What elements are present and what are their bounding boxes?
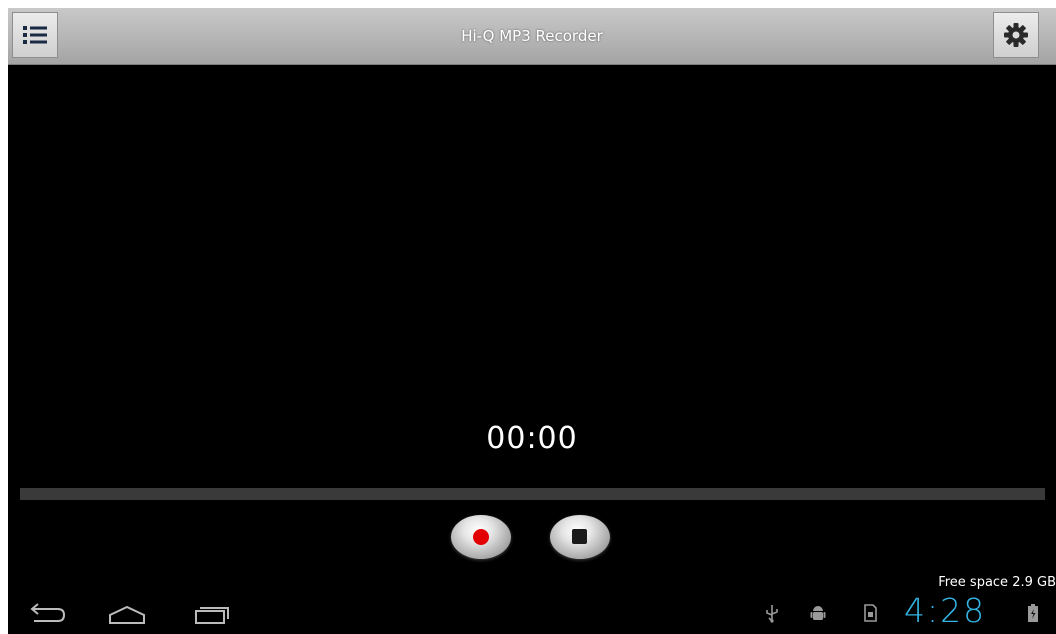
back-icon[interactable] (24, 600, 70, 628)
stop-button[interactable] (550, 515, 610, 559)
progress-bar[interactable] (20, 488, 1045, 500)
stop-icon (572, 529, 587, 544)
record-button[interactable] (451, 515, 511, 559)
action-bar: Hi-Q MP3 Recorder (8, 8, 1056, 65)
record-icon (473, 529, 489, 545)
recent-apps-icon[interactable] (188, 600, 234, 628)
usb-icon (766, 605, 778, 623)
elapsed-time: 00:00 (486, 421, 578, 456)
settings-button[interactable] (993, 12, 1039, 58)
app-screen: Hi-Q MP3 Recorder 00:00 Free space 2.9 G… (8, 8, 1056, 634)
free-space-label: Free space 2.9 GB (938, 575, 1056, 590)
sd-card-icon (864, 604, 877, 622)
android-debug-icon (810, 606, 826, 620)
status-clock: 4:28 (904, 591, 987, 630)
app-title: Hi-Q MP3 Recorder (461, 27, 603, 45)
home-icon[interactable] (104, 600, 150, 628)
battery-icon (1028, 604, 1038, 622)
gear-icon (1004, 23, 1028, 47)
